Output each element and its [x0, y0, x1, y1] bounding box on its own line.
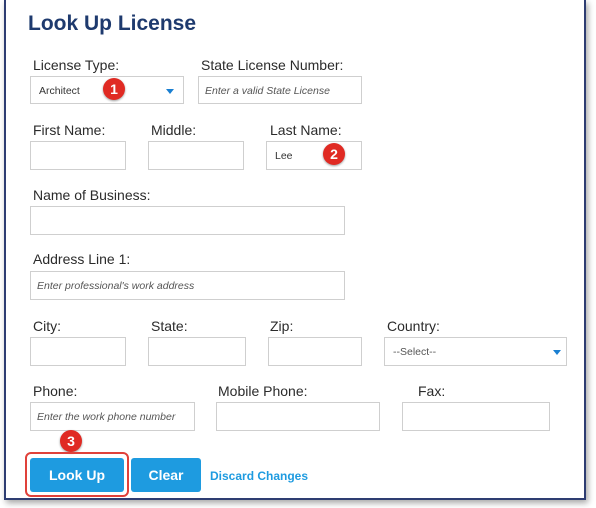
- state-license-label: State License Number:: [201, 57, 344, 73]
- callout-badge-1: 1: [103, 78, 125, 100]
- fax-label: Fax:: [418, 383, 446, 399]
- country-select[interactable]: --Select--: [384, 337, 567, 366]
- middle-label: Middle:: [151, 122, 197, 138]
- phone-input[interactable]: Enter the work phone number: [30, 402, 195, 431]
- mobile-input[interactable]: [216, 402, 380, 431]
- state-input[interactable]: [148, 337, 246, 366]
- address1-label: Address Line 1:: [33, 251, 131, 267]
- business-label: Name of Business:: [33, 187, 151, 203]
- discard-changes-link[interactable]: Discard Changes: [210, 469, 308, 483]
- first-name-label: First Name:: [33, 122, 106, 138]
- state-license-placeholder: Enter a valid State License: [205, 85, 330, 97]
- page-title: Look Up License: [28, 12, 197, 35]
- country-value: --Select--: [393, 346, 437, 358]
- first-name-input[interactable]: [30, 141, 126, 170]
- middle-input[interactable]: [148, 141, 244, 170]
- fax-input[interactable]: [402, 402, 550, 431]
- lookup-button[interactable]: Look Up: [30, 458, 124, 492]
- license-type-label: License Type:: [33, 57, 120, 73]
- callout-badge-3: 3: [60, 430, 82, 452]
- address1-input[interactable]: Enter professional's work address: [30, 271, 345, 300]
- phone-label: Phone:: [33, 383, 78, 399]
- chevron-down-icon: [553, 350, 561, 355]
- state-label: State:: [151, 318, 188, 334]
- callout-badge-2: 2: [323, 143, 345, 165]
- city-label: City:: [33, 318, 61, 334]
- phone-placeholder: Enter the work phone number: [37, 411, 176, 423]
- business-input[interactable]: [30, 206, 345, 235]
- city-input[interactable]: [30, 337, 126, 366]
- last-name-value: Lee: [275, 150, 293, 162]
- state-license-input[interactable]: Enter a valid State License: [198, 76, 362, 104]
- zip-input[interactable]: [268, 337, 362, 366]
- zip-label: Zip:: [270, 318, 294, 334]
- mobile-label: Mobile Phone:: [218, 383, 308, 399]
- country-label: Country:: [387, 318, 440, 334]
- last-name-input[interactable]: Lee: [266, 141, 362, 170]
- chevron-down-icon: [166, 89, 174, 94]
- clear-button[interactable]: Clear: [131, 458, 201, 492]
- last-name-label: Last Name:: [270, 122, 342, 138]
- address1-placeholder: Enter professional's work address: [37, 280, 195, 292]
